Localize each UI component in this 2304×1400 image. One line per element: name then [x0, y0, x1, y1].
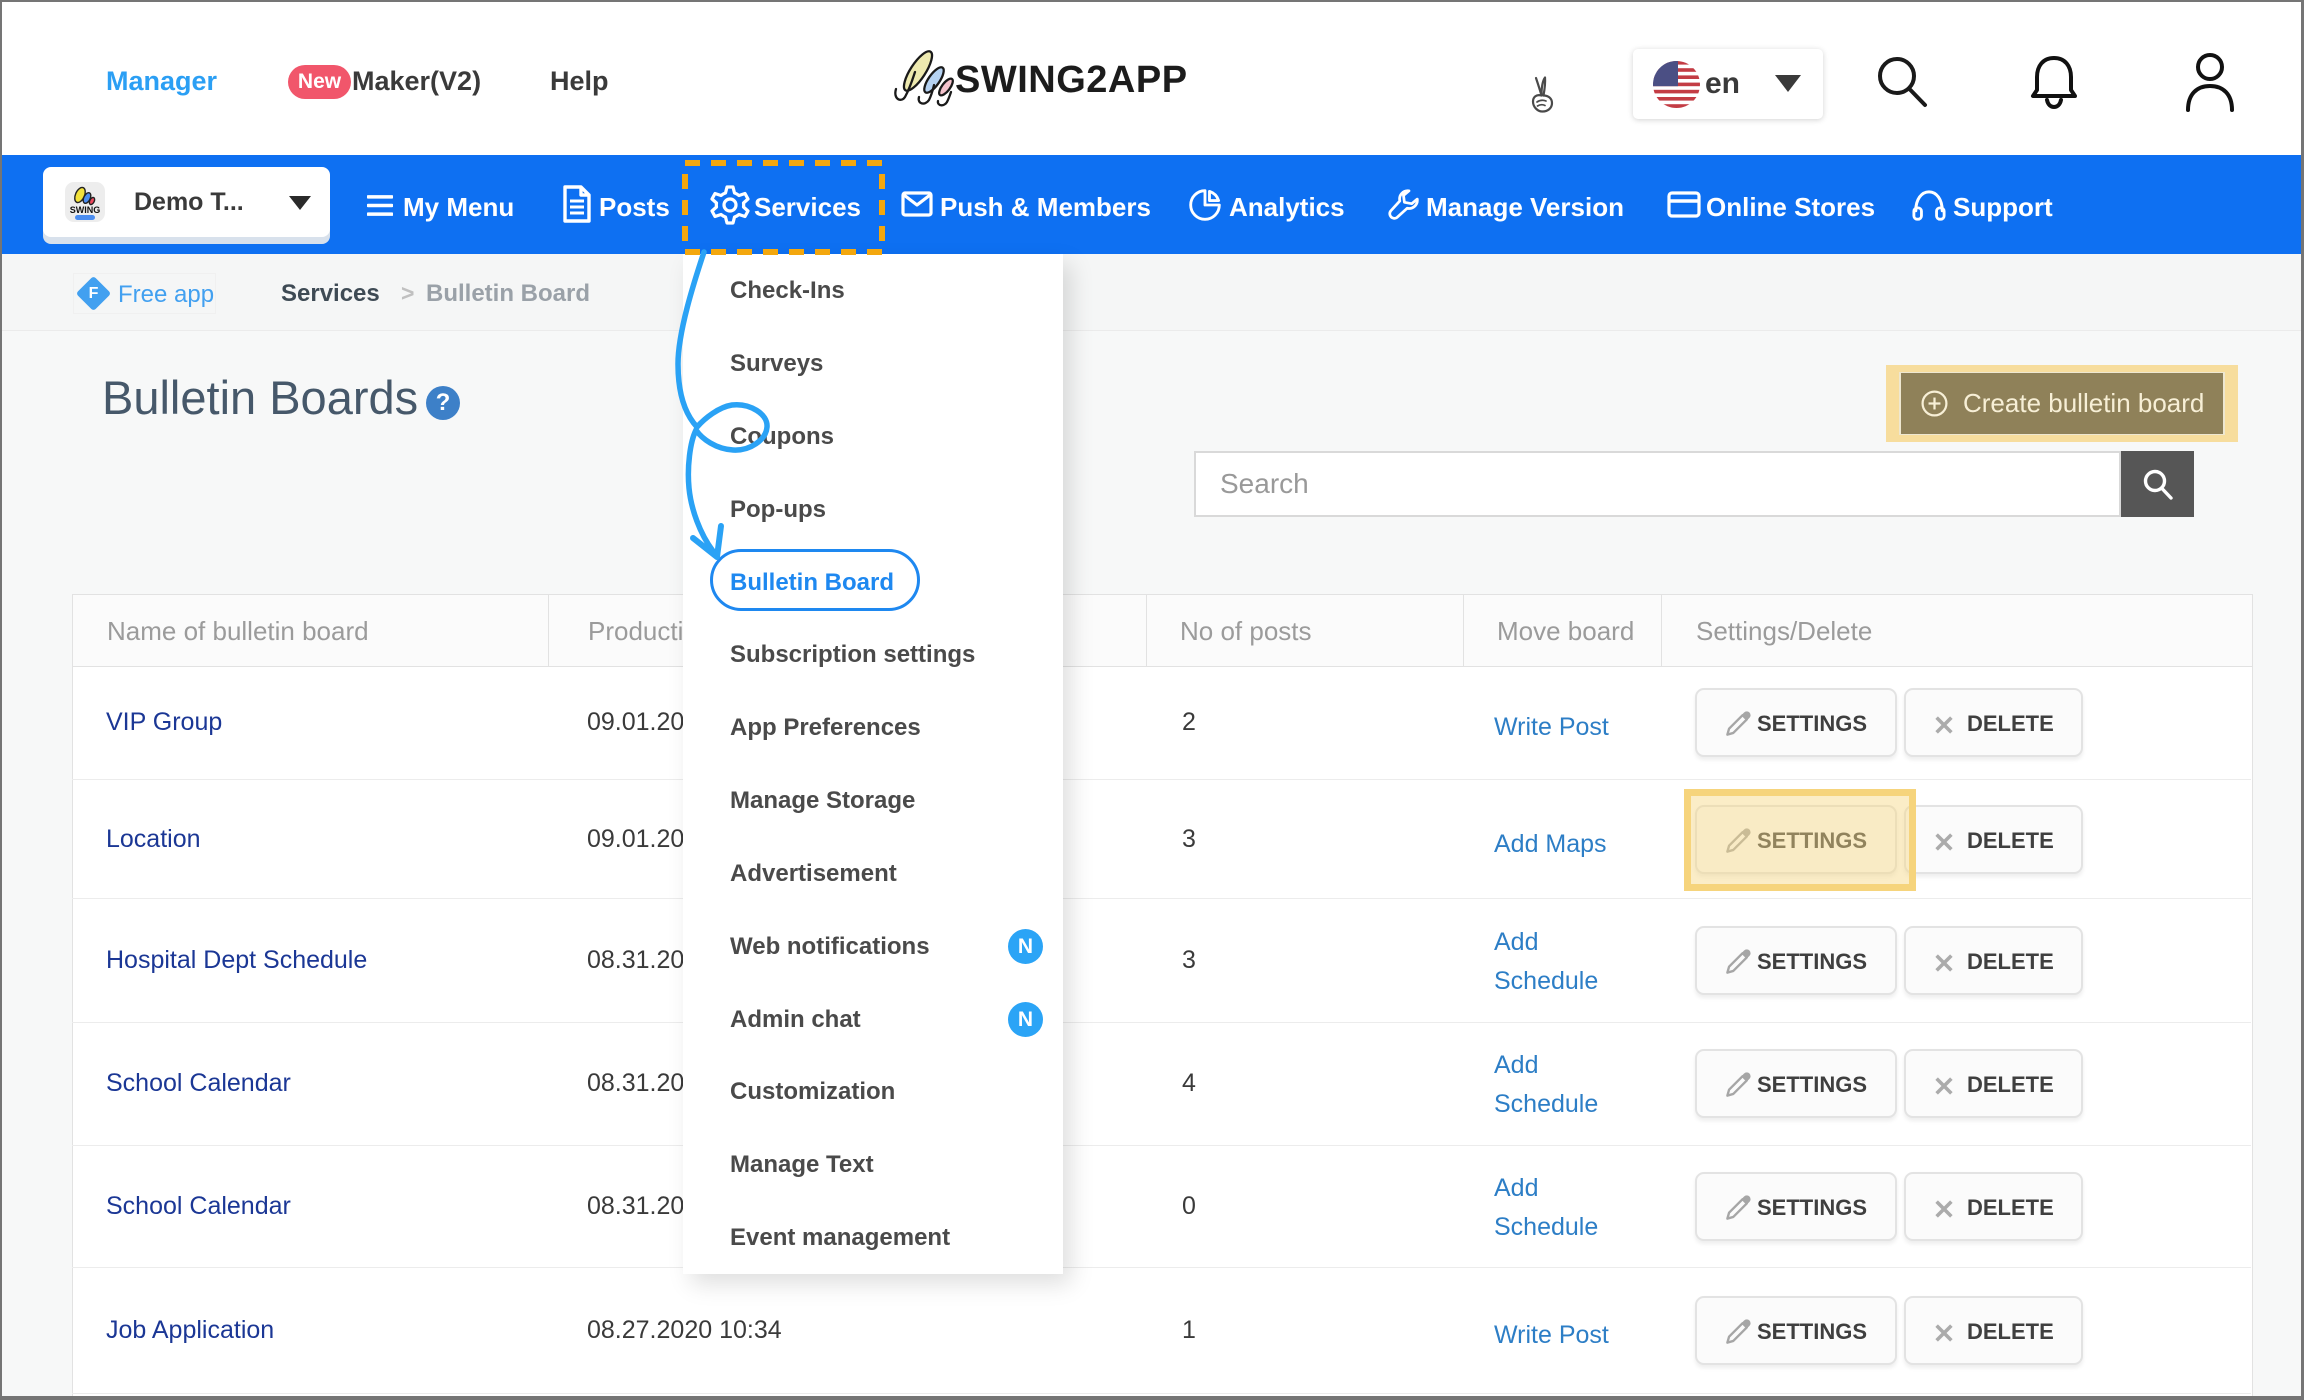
- svg-text:SWING: SWING: [70, 205, 101, 215]
